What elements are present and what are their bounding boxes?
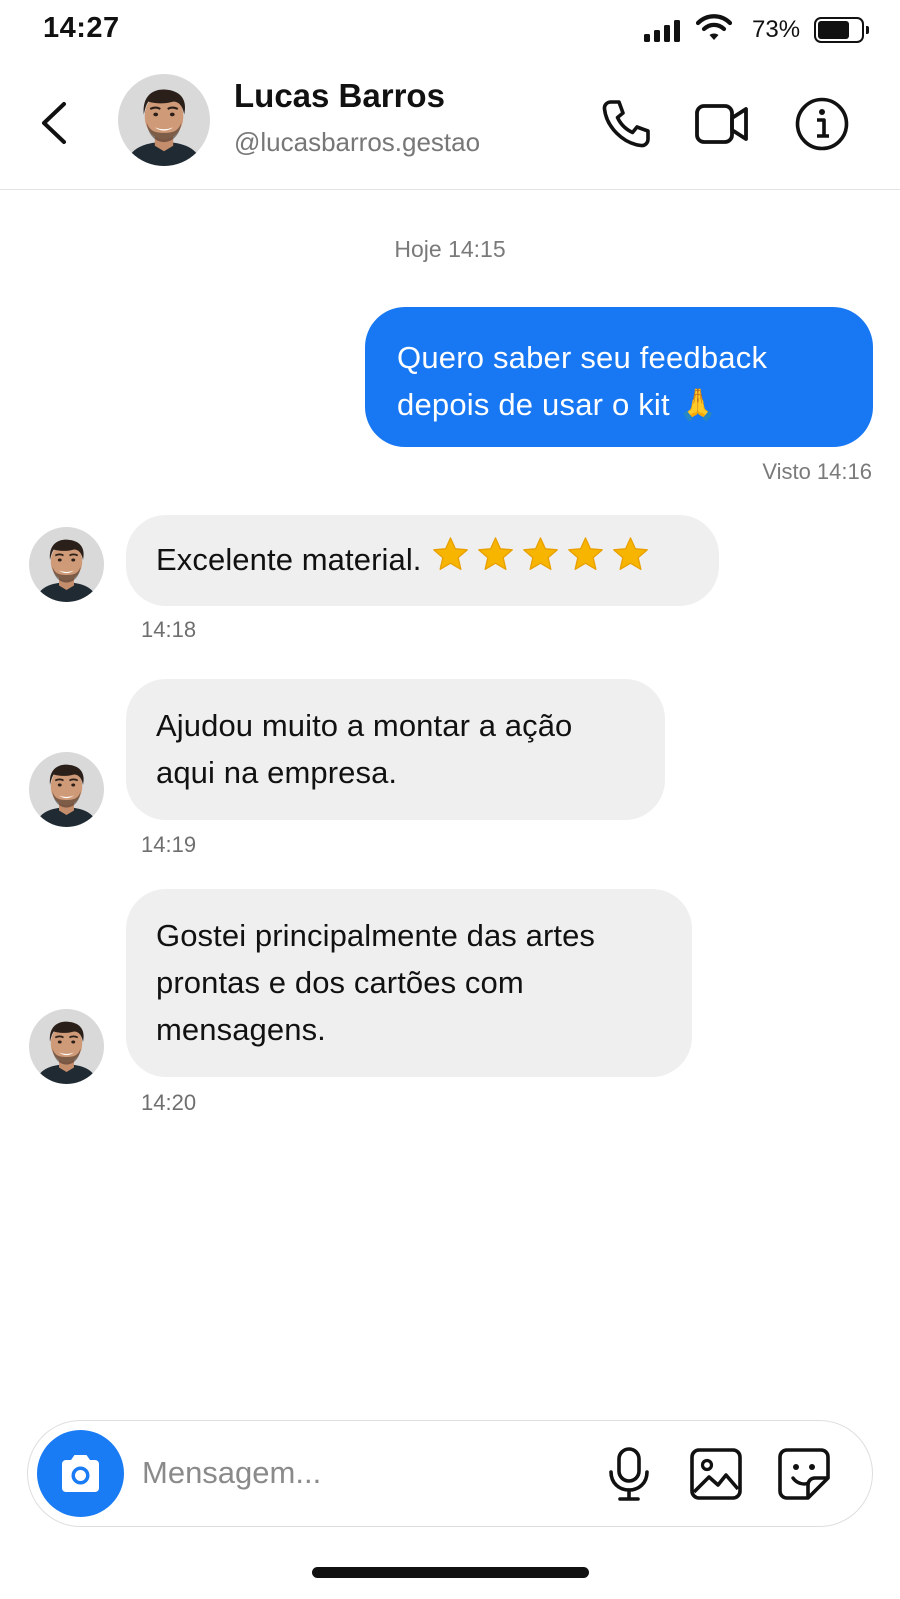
message-text-line: Ajudou muito a montar a ação: [156, 708, 573, 743]
battery-percentage: 73%: [752, 16, 801, 43]
message-composer: [27, 1420, 873, 1527]
phone-icon[interactable]: [598, 96, 654, 152]
chevron-left-icon[interactable]: [36, 98, 72, 148]
contact-avatar[interactable]: [118, 74, 210, 166]
status-time: 14:27: [43, 12, 120, 44]
sender-avatar[interactable]: [29, 527, 104, 602]
status-bar: 14:27 73%: [0, 0, 900, 60]
message-text-line: prontas e dos cartões com: [156, 965, 524, 1000]
message-timestamp: 14:19: [141, 832, 197, 857]
seen-receipt: Visto 14:16: [762, 459, 872, 484]
star-icon: [610, 535, 651, 575]
info-icon[interactable]: [794, 96, 850, 152]
day-separator: Hoje 14:15: [394, 236, 506, 262]
sender-avatar[interactable]: [29, 1009, 104, 1084]
praying-hands-emoji: 🙏: [678, 387, 718, 422]
cellular-signal-icon: [644, 20, 680, 42]
camera-icon: [62, 1455, 99, 1492]
message-input[interactable]: [142, 1451, 582, 1495]
sticker-icon[interactable]: [775, 1445, 833, 1503]
battery-icon: [814, 17, 869, 43]
outgoing-message-bubble[interactable]: Quero saber seu feedback depois de usar …: [365, 307, 873, 447]
incoming-message-bubble[interactable]: Excelente material.: [126, 515, 719, 606]
five-star-rating: [430, 535, 651, 575]
incoming-message-bubble[interactable]: Ajudou muito a montar a ação aqui na emp…: [126, 679, 665, 820]
contact-handle[interactable]: @lucasbarros.gestao: [234, 127, 480, 158]
home-indicator[interactable]: [312, 1567, 589, 1578]
message-text-line: Gostei principalmente das artes: [156, 918, 596, 953]
star-icon: [565, 535, 606, 575]
star-icon: [430, 535, 471, 575]
sender-avatar[interactable]: [29, 752, 104, 827]
star-icon: [475, 535, 516, 575]
video-camera-icon[interactable]: [694, 96, 750, 152]
message-text-line: Quero saber seu feedback: [397, 340, 768, 375]
star-icon: [520, 535, 561, 575]
message-text-line: depois de usar o kit 🙏: [397, 387, 718, 422]
camera-button[interactable]: [37, 1430, 124, 1517]
image-icon[interactable]: [687, 1445, 745, 1503]
message-text-line: aqui na empresa.: [156, 755, 398, 790]
message-timestamp: 14:18: [141, 617, 197, 642]
wifi-icon: [696, 14, 732, 40]
message-timestamp: 14:20: [141, 1090, 197, 1115]
message-text-line: Excelente material.: [156, 542, 422, 577]
microphone-icon[interactable]: [600, 1445, 658, 1503]
incoming-message-bubble[interactable]: Gostei principalmente das artes prontas …: [126, 889, 692, 1077]
message-text-line: mensagens.: [156, 1012, 326, 1047]
contact-name[interactable]: Lucas Barros: [234, 77, 445, 115]
conversation-header: Lucas Barros @lucasbarros.gestao: [0, 60, 900, 190]
